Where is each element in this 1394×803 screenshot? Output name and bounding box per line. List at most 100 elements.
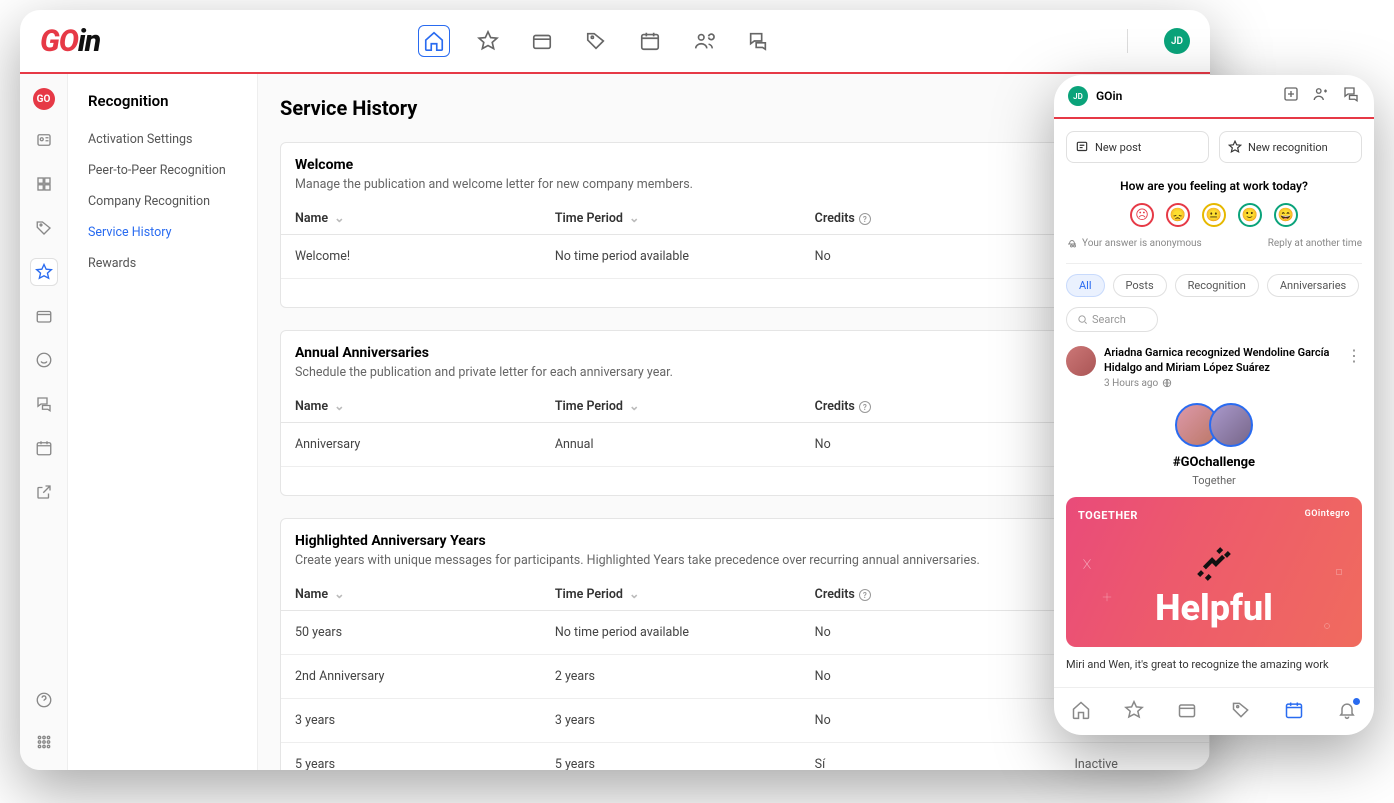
mobile-search[interactable]: Search [1066,307,1158,332]
footer-star-icon[interactable] [1124,700,1144,724]
cell-timePeriod: 5 years [541,743,801,771]
column-header-credits[interactable]: Credits? [801,202,1061,235]
post-subtag: Together [1066,474,1362,487]
post-author-avatar[interactable] [1066,346,1096,376]
tab-all[interactable]: All [1066,274,1105,297]
nav-home-icon[interactable] [418,25,450,57]
info-icon[interactable]: ? [859,401,871,413]
rail-go-icon[interactable]: GO [33,88,55,110]
column-header-credits[interactable]: Credits? [801,578,1061,611]
mobile-add-icon[interactable] [1282,85,1300,107]
column-header-timePeriod[interactable]: Time Period⌄ [541,202,801,235]
cell-credits: Sí [801,743,1061,771]
rail-wallet-icon[interactable] [30,302,58,330]
info-icon[interactable]: ? [859,213,871,225]
search-placeholder: Search [1092,313,1126,326]
desktop-window: GOin JD GO [20,10,1210,770]
mobile-people-icon[interactable] [1312,85,1330,107]
post-text: Miri and Wen, it's great to recognize th… [1066,657,1362,672]
column-header-name[interactable]: Name⌄ [281,390,541,423]
nav-messages-icon[interactable] [742,25,774,57]
nav-calendar-icon[interactable] [634,25,666,57]
banner-top-label: TOGETHER [1078,509,1138,522]
footer-home-icon[interactable] [1071,700,1091,724]
column-header-timePeriod[interactable]: Time Period⌄ [541,578,801,611]
rail-star-icon[interactable] [30,258,58,286]
column-header-name[interactable]: Name⌄ [281,202,541,235]
table-row[interactable]: 5 years5 yearsSíInactive [281,743,1209,771]
rail-apps-grid-icon[interactable] [30,728,58,756]
mobile-window: JD GOin New post New recognition How are… [1054,75,1374,735]
sidebar-item-peer[interactable]: Peer-to-Peer Recognition [68,155,257,186]
sort-icon[interactable]: ⌄ [629,211,639,226]
mobile-header: JD GOin [1054,75,1374,119]
nav-tag-icon[interactable] [580,25,612,57]
rail-messages-icon[interactable] [30,390,58,418]
rail-tag-icon[interactable] [30,214,58,242]
mood-face-happy[interactable]: 🙂 [1238,203,1262,227]
reply-later-link[interactable]: Reply at another time [1268,238,1362,249]
sidebar-title: Recognition [68,92,257,124]
footer-bell-icon[interactable] [1337,700,1357,724]
mood-face-neutral[interactable]: 😐 [1202,203,1226,227]
sort-icon[interactable]: ⌄ [629,587,639,602]
cell-timePeriod: No time period available [541,235,801,279]
footer-calendar-icon[interactable] [1284,700,1304,724]
rail-calendar-icon[interactable] [30,434,58,462]
tab-recognition[interactable]: Recognition [1175,274,1259,297]
nav-star-icon[interactable] [472,25,504,57]
new-recognition-button[interactable]: New recognition [1219,131,1362,163]
rail-help-icon[interactable] [30,686,58,714]
mobile-footer [1054,687,1374,735]
recognized-avatars [1066,403,1362,447]
info-icon[interactable]: ? [859,589,871,601]
cell-name: Anniversary [281,423,541,467]
sidebar-item-company[interactable]: Company Recognition [68,186,257,217]
sort-icon[interactable]: ⌄ [629,399,639,414]
sidebar-item-service-history[interactable]: Service History [68,217,257,248]
desktop-body: GO Recognition Activation Settings Peer-… [20,74,1210,770]
post-menu-icon[interactable]: ⋮ [1346,346,1362,365]
cell-name: 2nd Anniversary [281,655,541,699]
sidebar-item-activation[interactable]: Activation Settings [68,124,257,155]
column-header-name[interactable]: Name⌄ [281,578,541,611]
sort-icon[interactable]: ⌄ [334,587,344,602]
rail-external-icon[interactable] [30,478,58,506]
rail-apps-icon[interactable] [30,170,58,198]
sidebar-item-rewards[interactable]: Rewards [68,248,257,279]
cell-credits: No [801,699,1061,743]
cell-name: 5 years [281,743,541,771]
top-header: GOin JD [20,10,1210,74]
anonymous-note: Your answer is anonymous [1066,237,1202,249]
rail-people-icon[interactable] [30,126,58,154]
mood-card: How are you feeling at work today? ☹ 😞 😐… [1066,175,1362,264]
tab-posts[interactable]: Posts [1113,274,1167,297]
mobile-messages-icon[interactable] [1342,85,1360,107]
mobile-avatar[interactable]: JD [1068,86,1088,106]
nav-wallet-icon[interactable] [526,25,558,57]
cell-timePeriod: No time period available [541,611,801,655]
footer-tag-icon[interactable] [1231,700,1251,724]
rail-smile-icon[interactable] [30,346,58,374]
new-post-button[interactable]: New post [1066,131,1209,163]
mood-question: How are you feeling at work today? [1066,179,1362,193]
mood-face-sad[interactable]: 😞 [1166,203,1190,227]
new-post-label: New post [1095,141,1141,154]
footer-wallet-icon[interactable] [1177,700,1197,724]
sort-icon[interactable]: ⌄ [334,399,344,414]
cell-timePeriod: Annual [541,423,801,467]
mobile-body: New post New recognition How are you fee… [1054,119,1374,687]
post-title: Ariadna Garnica recognized Wendoline Gar… [1104,346,1362,376]
mood-face-great[interactable]: 😄 [1274,203,1298,227]
column-header-credits[interactable]: Credits? [801,390,1061,423]
notification-dot [1353,698,1360,705]
cell-timePeriod: 2 years [541,655,801,699]
tab-anniversaries[interactable]: Anniversaries [1267,274,1359,297]
user-avatar[interactable]: JD [1164,28,1190,54]
divider [1127,29,1128,53]
recognized-avatar-2[interactable] [1209,403,1253,447]
mood-face-angry[interactable]: ☹ [1130,203,1154,227]
column-header-timePeriod[interactable]: Time Period⌄ [541,390,801,423]
nav-people-icon[interactable] [688,25,720,57]
sort-icon[interactable]: ⌄ [334,211,344,226]
